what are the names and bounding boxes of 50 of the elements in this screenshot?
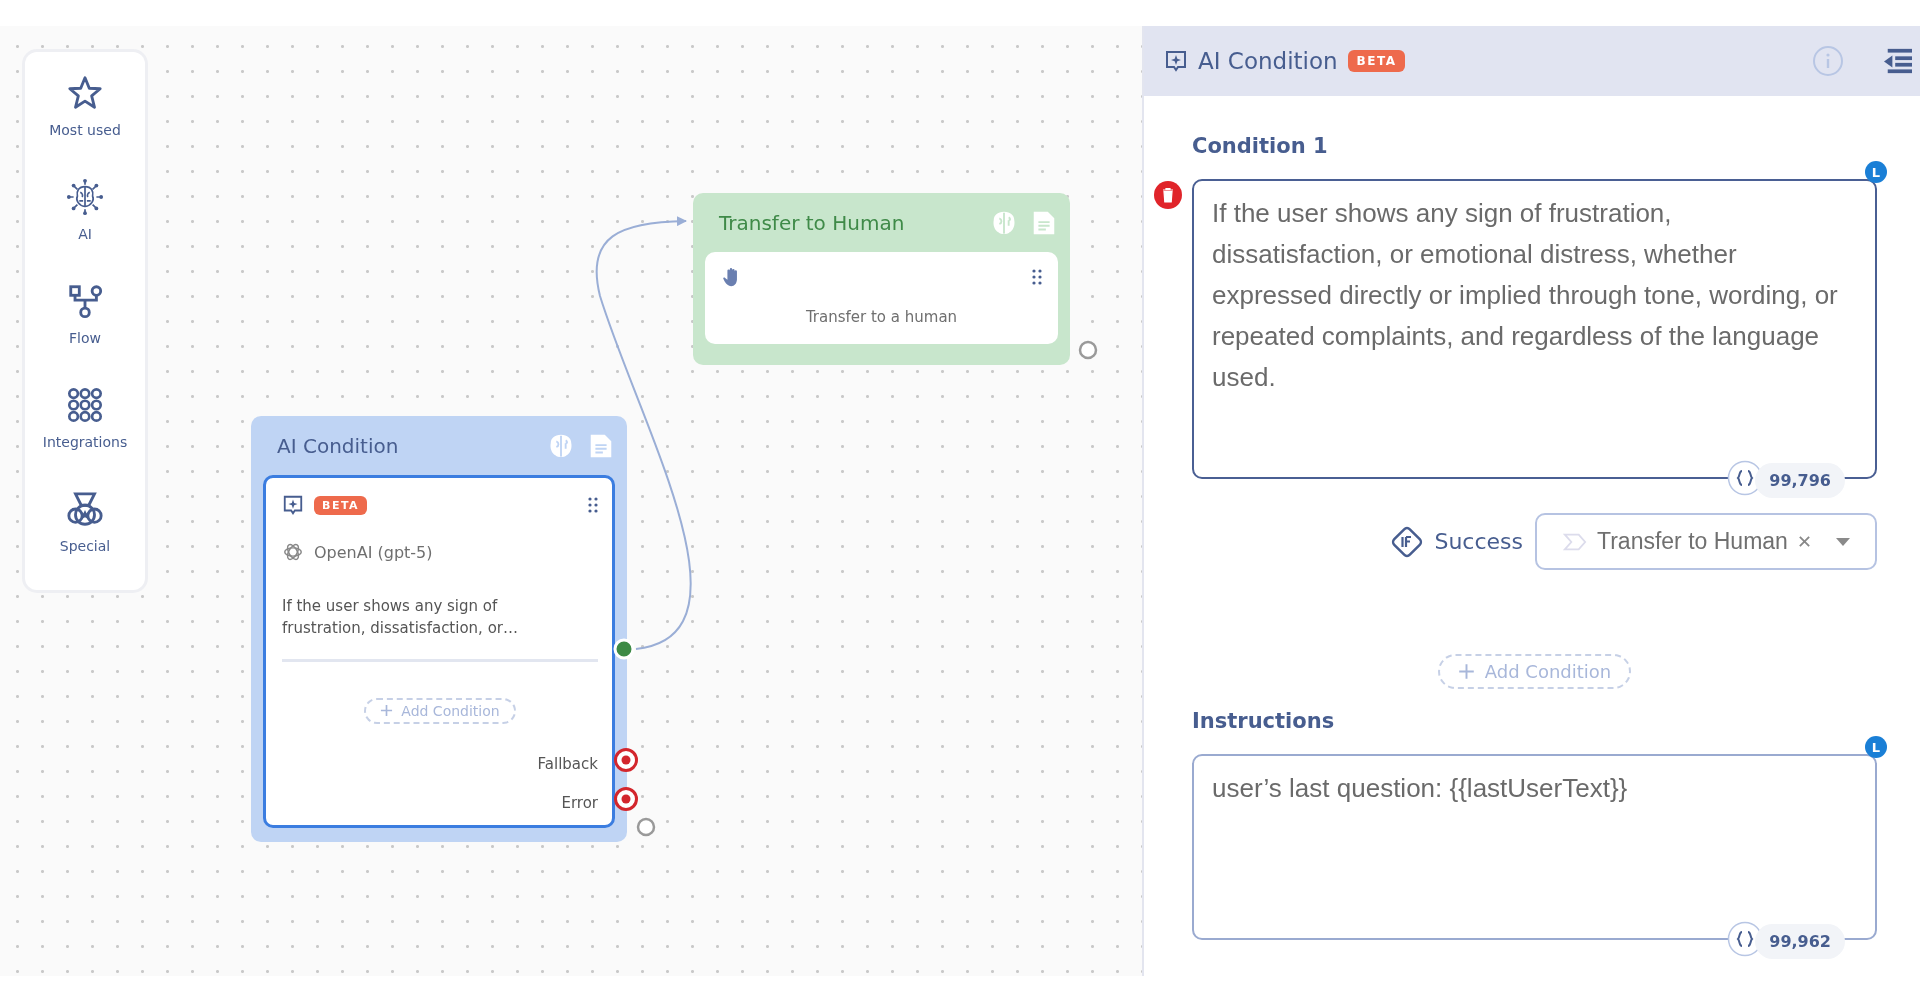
sidebar-item[interactable]: Special — [59, 490, 111, 554]
output-handle[interactable] — [636, 817, 656, 837]
node-title: Transfer to Human — [719, 210, 906, 235]
output-label: Error — [561, 794, 598, 812]
clear-icon[interactable] — [1797, 535, 1811, 548]
output-handle[interactable] — [1078, 340, 1098, 360]
if-icon — [1390, 524, 1425, 559]
sidebar-item[interactable]: Integrations — [42, 386, 128, 450]
step-label: Transfer to a human — [805, 308, 958, 326]
language-badge: L — [1865, 161, 1887, 183]
model-label: OpenAI (gpt-5) — [314, 542, 433, 562]
sparkle-chat-icon — [1164, 49, 1188, 73]
medal-icon — [66, 490, 104, 528]
plus-icon — [380, 704, 394, 717]
section-heading: Instructions — [1192, 709, 1336, 733]
sparkle-chat-icon — [282, 494, 304, 516]
collapse-icon[interactable] — [1884, 48, 1912, 74]
node-card[interactable]: Transfer to Human Transfer to a human — [693, 193, 1070, 365]
sidebar-item[interactable]: AI — [66, 178, 104, 242]
section-heading: Condition 1 — [1192, 134, 1328, 158]
knot-icon — [282, 541, 304, 563]
beta-badge: BETA — [1347, 50, 1406, 72]
drag-handle-icon[interactable] — [1032, 269, 1042, 285]
connected-handle[interactable] — [613, 638, 635, 660]
drag-handle-icon[interactable] — [588, 497, 598, 513]
output-handle[interactable] — [614, 787, 638, 811]
plus-icon — [1457, 663, 1475, 680]
flow-icon — [66, 282, 104, 320]
panel-title: AI Condition — [1198, 48, 1338, 74]
step-icon — [1563, 531, 1587, 552]
character-count: 99,962 — [1755, 924, 1845, 959]
output-handle[interactable] — [614, 748, 638, 772]
language-badge: L — [1865, 736, 1887, 758]
output-label: Fallback — [537, 755, 598, 773]
node-title: AI Condition — [277, 433, 400, 458]
character-count: 99,796 — [1755, 463, 1845, 498]
brain-circuit-icon — [66, 178, 104, 216]
condition-preview: If the user shows any sign of frustration, dissatisfaction, or… — [282, 596, 519, 639]
delete-icon[interactable] — [1154, 181, 1182, 209]
node-card[interactable]: AI Condition BETA OpenAI (gpt-5) If the user shows any sign of frustration, dissatisfaction, or… Add Condition Fallback Error — [251, 416, 627, 842]
beta-badge: BETA — [314, 495, 368, 515]
target-dropdown[interactable]: Transfer to Human — [1535, 513, 1877, 570]
branch-label: Success — [1434, 529, 1523, 554]
caret-icon[interactable] — [1834, 536, 1851, 547]
grid-icon — [66, 386, 104, 424]
sidebar-item[interactable]: Most used — [49, 74, 121, 138]
star-icon — [66, 74, 104, 112]
condition-card[interactable]: BETA OpenAI (gpt-5) If the user shows any sign of frustration, dissatisfaction, or… Add Condition Fallback Error — [263, 475, 615, 828]
step-card[interactable]: Transfer to a human — [705, 252, 1058, 344]
sidebar-item[interactable]: Flow — [66, 282, 104, 346]
